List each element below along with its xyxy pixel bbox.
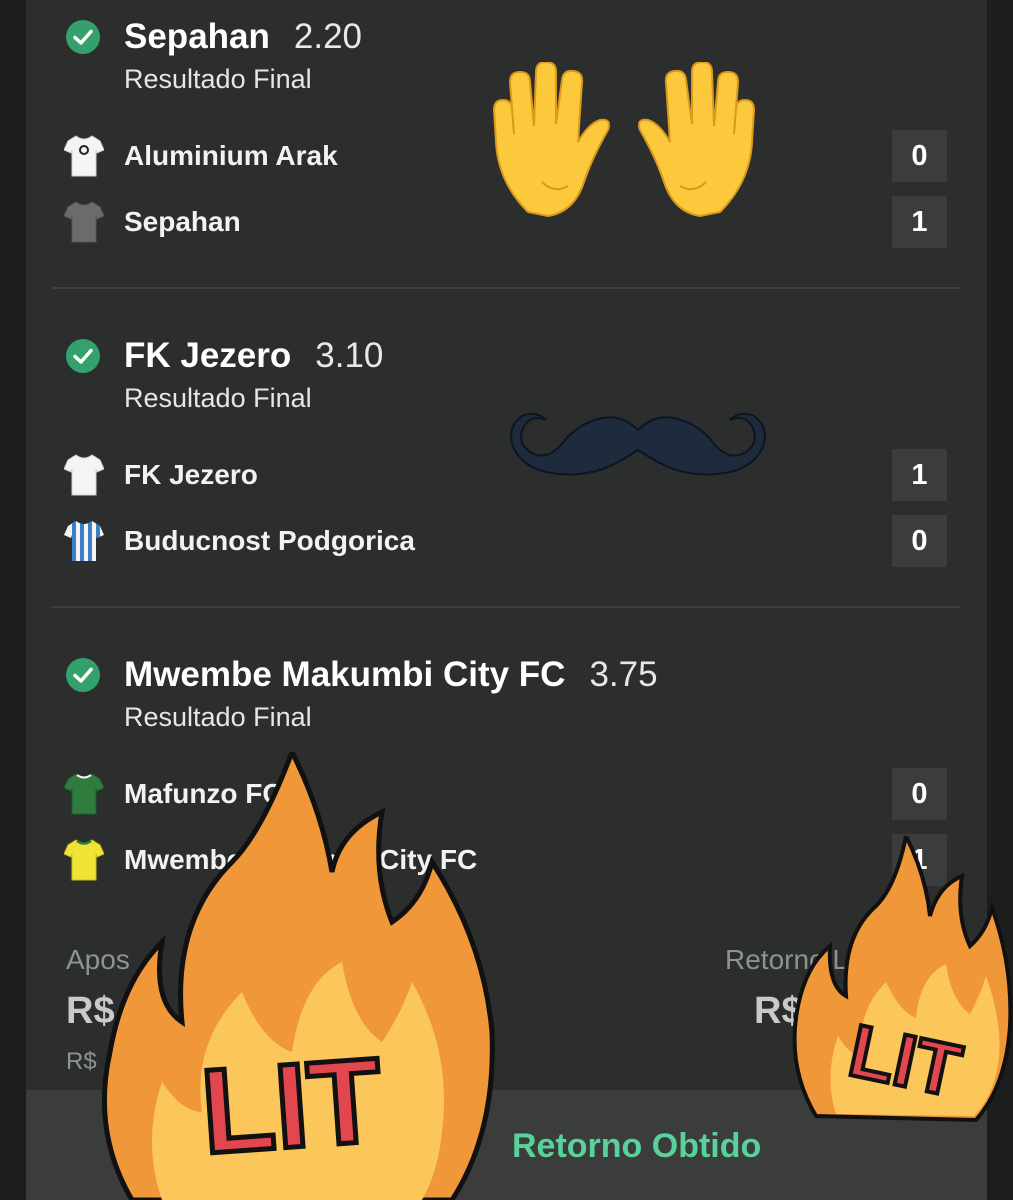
selection-title: Sepahan 2.20 [124,17,362,57]
raising-hands-emoji [492,62,756,218]
check-icon [66,339,100,373]
market-label: Resultado Final [124,64,312,94]
match-row-away: Buducnost Podgorica 0 [26,515,987,567]
selection-odds: 3.75 [589,655,658,694]
grey-jersey-icon [64,201,104,243]
blue-white-striped-jersey-icon [64,521,104,561]
score-box: 0 [892,768,947,820]
white-black-jersey-icon [64,135,104,177]
fire-lit-sticker: LIT [792,836,1013,1123]
divider [52,606,960,608]
selection-odds: 2.20 [293,17,363,56]
market-label: Resultado Final [124,383,312,413]
return-obtained-label: Retorno Obtido [512,1127,762,1165]
check-icon [66,20,100,54]
selection-team: Mwembe Makumbi City FC [124,655,566,694]
lit-text: LIT [197,1033,386,1179]
score-box: 0 [892,130,947,182]
mustache-sticker [510,412,766,476]
check-icon [66,658,100,692]
market-label: Resultado Final [124,702,312,732]
score-box: 1 [892,196,947,248]
score-box: 1 [892,449,947,501]
team-name: Sepahan [124,206,241,237]
team-name: Aluminium Arak [124,140,338,171]
team-name: Buducnost Podgorica [124,525,415,556]
selection-team: FK Jezero [124,336,292,375]
selection-odds: 3.10 [315,336,384,375]
team-name: FK Jezero [124,459,258,490]
divider [52,287,960,289]
score-box: 0 [892,515,947,567]
left-margin [0,0,26,1200]
fire-lit-sticker: LIT [101,752,495,1200]
selection-title: Mwembe Makumbi City FC 3.75 [124,655,658,695]
selection-title: FK Jezero 3.10 [124,336,383,376]
selection-team: Sepahan [124,17,270,56]
white-jersey-icon [64,454,104,496]
